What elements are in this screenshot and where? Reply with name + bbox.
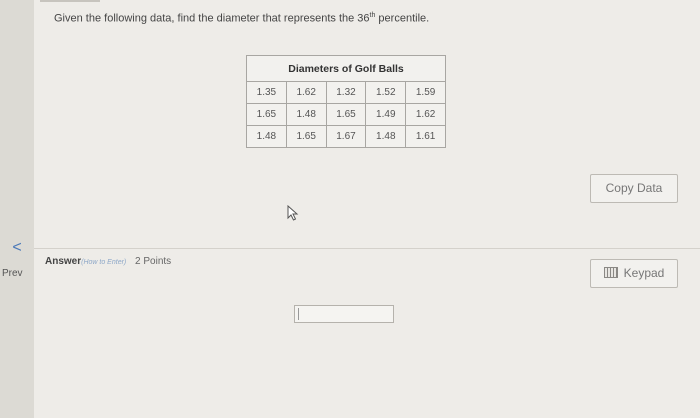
top-divider [40, 0, 100, 2]
answer-label: Answer [45, 256, 82, 267]
answer-row: Answer(How to Enter) 2 Points [45, 256, 171, 267]
table-cell: 1.35 [246, 81, 287, 104]
keypad-label: Keypad [623, 266, 665, 280]
table-cell: 1.65 [246, 103, 287, 126]
section-divider [34, 248, 700, 249]
table-cell: 1.62 [405, 103, 446, 126]
question-text-before: Given the following data, find the diame… [54, 12, 370, 25]
table-cell: 1.65 [325, 103, 367, 126]
chevron-left-icon[interactable]: < [8, 238, 26, 258]
how-to-enter-link[interactable]: (How to Enter) [81, 259, 126, 266]
copy-data-button[interactable]: Copy Data [590, 174, 678, 203]
points-label: 2 Points [135, 256, 172, 267]
table-cell: 1.48 [246, 125, 287, 148]
table-cell: 1.65 [285, 125, 327, 148]
table-cell: 1.32 [325, 81, 367, 104]
prev-button[interactable]: Prev [2, 268, 23, 279]
table-cell: 1.49 [365, 103, 407, 126]
table-title: Diameters of Golf Balls [246, 55, 446, 81]
mouse-pointer-icon [287, 205, 299, 221]
left-sidebar: < Prev [0, 0, 34, 418]
table-row: 1.35 1.62 1.32 1.52 1.59 [246, 81, 446, 104]
keypad-button[interactable]: Keypad [590, 259, 678, 288]
table-cell: 1.48 [365, 125, 407, 148]
table-row: 1.65 1.48 1.65 1.49 1.62 [246, 103, 446, 126]
question-text: Given the following data, find the diame… [54, 12, 429, 25]
table-cell: 1.59 [405, 81, 446, 104]
question-text-after: percentile. [375, 12, 430, 25]
table-cell: 1.52 [365, 81, 407, 104]
table-cell: 1.62 [285, 81, 327, 104]
table-cell: 1.67 [325, 125, 367, 148]
table-cell: 1.61 [405, 125, 446, 148]
table-cell: 1.48 [285, 103, 327, 126]
table-row: 1.48 1.65 1.67 1.48 1.61 [246, 125, 446, 148]
data-table: Diameters of Golf Balls 1.35 1.62 1.32 1… [246, 55, 446, 148]
answer-input[interactable] [294, 305, 394, 323]
keyboard-icon [603, 267, 618, 279]
